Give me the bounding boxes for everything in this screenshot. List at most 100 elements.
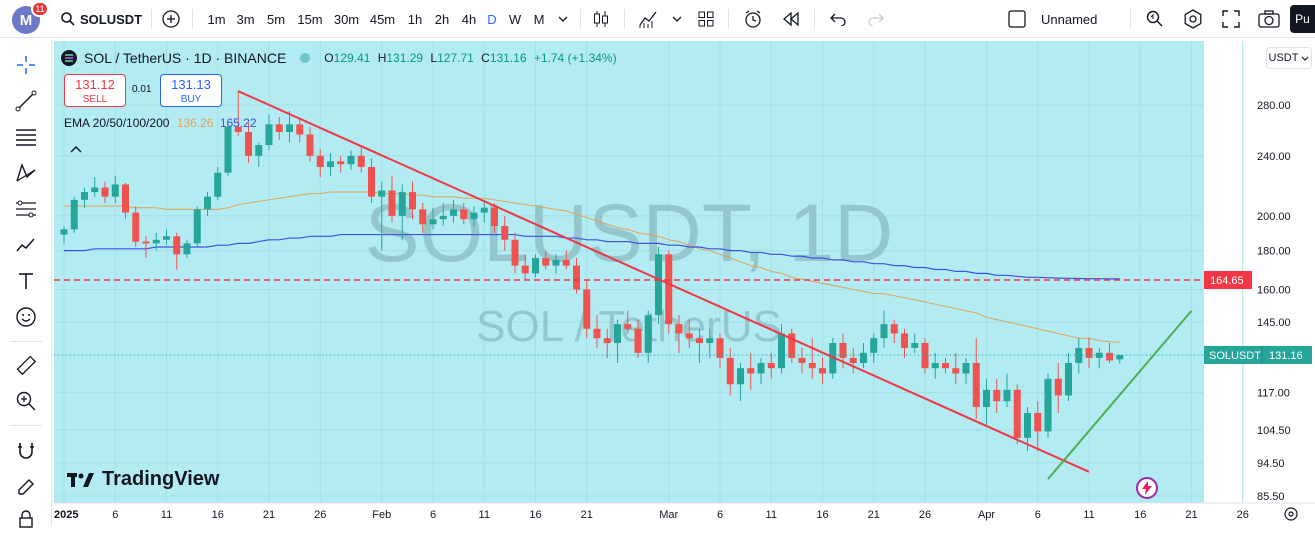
interval-w[interactable]: W (506, 0, 524, 38)
snapshot-button[interactable] (1256, 0, 1282, 38)
fib-tool[interactable] (10, 121, 42, 153)
candle-body (501, 225, 509, 240)
candle-body (388, 190, 396, 216)
candle-body (132, 212, 140, 242)
candle-body (91, 187, 99, 193)
fibonacci-icon (16, 129, 36, 146)
candle-body (614, 324, 621, 344)
add-symbol-button[interactable] (158, 0, 184, 38)
interval-d[interactable]: D (484, 0, 500, 38)
solana-logo-icon (61, 50, 77, 66)
candle-body (286, 124, 293, 132)
indicators-dropdown[interactable] (668, 0, 686, 38)
ema-legend[interactable]: EMA 20/50/100/200 136.26 165.22 (64, 116, 257, 130)
gear-icon (1184, 9, 1202, 29)
lock-drawings-tool[interactable] (10, 471, 42, 503)
candle (665, 250, 673, 334)
zoom-tool[interactable] (10, 385, 42, 417)
last-price-symbol: SOLUSDT (1209, 350, 1261, 362)
interval-1m[interactable]: 1m (204, 0, 229, 38)
emoji-tool[interactable] (10, 301, 42, 333)
candle-body (931, 362, 939, 369)
alert-button[interactable] (740, 0, 766, 38)
candle-body (1054, 378, 1062, 396)
price-tick-label: 200.00 (1257, 211, 1291, 223)
time-tick-label: Mar (659, 509, 678, 521)
trendline-tool[interactable] (10, 85, 42, 117)
time-tick-label: 2025 (54, 509, 78, 521)
replay-button[interactable] (778, 0, 804, 38)
text-tool[interactable] (10, 265, 42, 297)
indicators-button[interactable] (636, 0, 662, 38)
interval-45m[interactable]: 45m (367, 0, 398, 38)
price-chart[interactable]: SOLUSDT, 1D SOL / TetherUS 280.00240.002… (54, 41, 1315, 526)
redo-button[interactable] (864, 0, 888, 38)
candle-body (122, 184, 129, 213)
candle-body (685, 333, 693, 339)
quick-search-button[interactable] (1142, 0, 1168, 38)
brush-tool[interactable] (10, 229, 42, 261)
lock-tool[interactable] (10, 503, 42, 535)
candle-body (521, 265, 529, 274)
currency-selector[interactable]: USDT (1266, 47, 1312, 69)
candles-button[interactable] (588, 0, 614, 38)
pattern-tool[interactable] (10, 157, 42, 189)
interval-15m[interactable]: 15m (295, 0, 325, 38)
crosshair-tool[interactable] (10, 49, 42, 81)
time-axis-background (54, 503, 1315, 526)
buy-label: BUY (180, 94, 202, 105)
candle-body (101, 187, 109, 197)
interval-m[interactable]: M (530, 0, 548, 38)
layouts-button[interactable] (693, 0, 719, 38)
ruler-tool[interactable] (10, 349, 42, 381)
candle-body (706, 338, 714, 344)
candle-body (624, 324, 632, 329)
buy-button[interactable]: 131.13 BUY (160, 74, 222, 107)
candle-body (532, 258, 539, 274)
candle-body (798, 357, 806, 363)
candle-body (419, 209, 427, 225)
candle-body (1095, 352, 1103, 358)
settings-button[interactable] (1180, 0, 1206, 38)
flash-button[interactable] (1136, 477, 1158, 499)
rewind-icon (783, 11, 799, 27)
chart-area[interactable]: SOLUSDT, 1D SOL / TetherUS 280.00 240.00 2… (54, 41, 1315, 526)
price-tick-label: 85.50 (1257, 491, 1285, 503)
publish-button[interactable]: Pu (1290, 5, 1315, 33)
search-icon (61, 12, 75, 26)
fullscreen-button[interactable] (1218, 0, 1244, 38)
candle-body (542, 258, 550, 266)
candle-body (870, 338, 878, 353)
interval-2h[interactable]: 2h (430, 0, 454, 38)
prediction-tool[interactable] (10, 193, 42, 225)
symbol-search[interactable]: SOLUSDT (60, 0, 150, 38)
interval-4h[interactable]: 4h (458, 0, 480, 38)
interval-1h[interactable]: 1h (404, 0, 426, 38)
candle-body (470, 212, 478, 220)
interval-dropdown[interactable] (554, 0, 572, 38)
ohlc-values: O129.41 H131.29 L127.71 C131.16 +1.74 (+… (324, 51, 617, 65)
time-tick-label: 6 (717, 509, 723, 521)
time-tick-label: 26 (314, 509, 326, 521)
collapse-legend-button[interactable] (70, 141, 82, 156)
layout-name-button[interactable]: Unnamed (1008, 0, 1118, 38)
time-tick-label: 16 (212, 509, 224, 521)
interval-5m[interactable]: 5m (262, 0, 290, 38)
lightning-icon (1142, 481, 1152, 495)
magnet-tool[interactable] (10, 435, 42, 467)
time-tick-label: 16 (1134, 509, 1146, 521)
tradingview-logo[interactable]: TradingView (66, 468, 219, 491)
candle-body (439, 215, 447, 220)
interval-30m[interactable]: 30m (331, 0, 362, 38)
candle-body (60, 229, 68, 235)
undo-button[interactable] (826, 0, 850, 38)
candle (70, 196, 78, 233)
candle-body (1065, 362, 1072, 396)
lock-icon (19, 510, 33, 528)
sell-button[interactable]: 131.12 SELL (64, 74, 126, 107)
time-tick-label: 6 (430, 509, 436, 521)
legend-title[interactable]: SOL / TetherUS · 1D · BINANCE (84, 50, 286, 66)
brush-icon (16, 238, 35, 252)
candle-body (552, 259, 560, 266)
interval-3m[interactable]: 3m (233, 0, 258, 38)
